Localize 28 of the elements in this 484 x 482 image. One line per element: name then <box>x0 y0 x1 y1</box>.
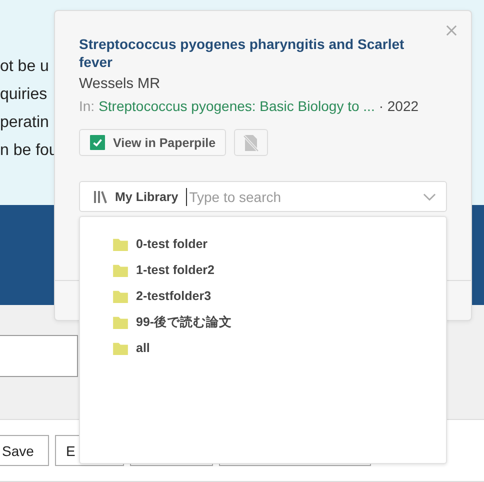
library-label: My Library <box>115 190 178 204</box>
library-icon <box>93 190 107 204</box>
source-link[interactable]: Streptococcus pyogenes: Basic Biology to ... <box>98 97 375 115</box>
input-field[interactable] <box>0 335 78 377</box>
folder-icon <box>113 264 128 276</box>
folder-item[interactable]: 0-test folder <box>136 237 208 251</box>
search-input[interactable]: Type to search <box>186 188 415 206</box>
folder-icon <box>113 342 128 354</box>
library-search-field[interactable]: My Library Type to search <box>79 181 447 212</box>
close-icon[interactable] <box>446 25 457 36</box>
body-text: quiries <box>0 85 48 105</box>
paper-title[interactable]: Streptococcus pyogenes pharyngitis and Scarlet fever <box>79 35 424 71</box>
year-text: · 2022 <box>378 97 419 115</box>
folder-item[interactable]: all <box>136 341 150 355</box>
chevron-down-icon[interactable] <box>423 192 436 200</box>
folder-item[interactable]: 1-test folder2 <box>136 263 214 277</box>
source-label: In: <box>79 97 95 115</box>
body-text: ot be u <box>0 57 49 77</box>
folder-icon <box>113 316 128 328</box>
folder-icon <box>113 290 128 302</box>
author-name: Wessels MR <box>79 75 162 93</box>
view-button[interactable]: View in Paperpile <box>79 129 226 156</box>
folder-icon <box>113 238 128 250</box>
folder-item[interactable]: 2-testfolder3 <box>136 289 212 303</box>
page-button[interactable]: Save <box>0 435 49 466</box>
folder-item[interactable]: 99-後で読む論文 <box>136 314 232 330</box>
body-text: peratin <box>0 113 49 133</box>
crossed-document-icon <box>242 134 259 152</box>
